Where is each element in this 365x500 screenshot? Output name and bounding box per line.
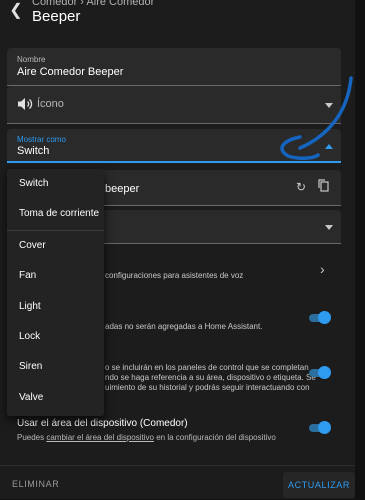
hand-drawn-arrow-annotation: [280, 76, 353, 160]
